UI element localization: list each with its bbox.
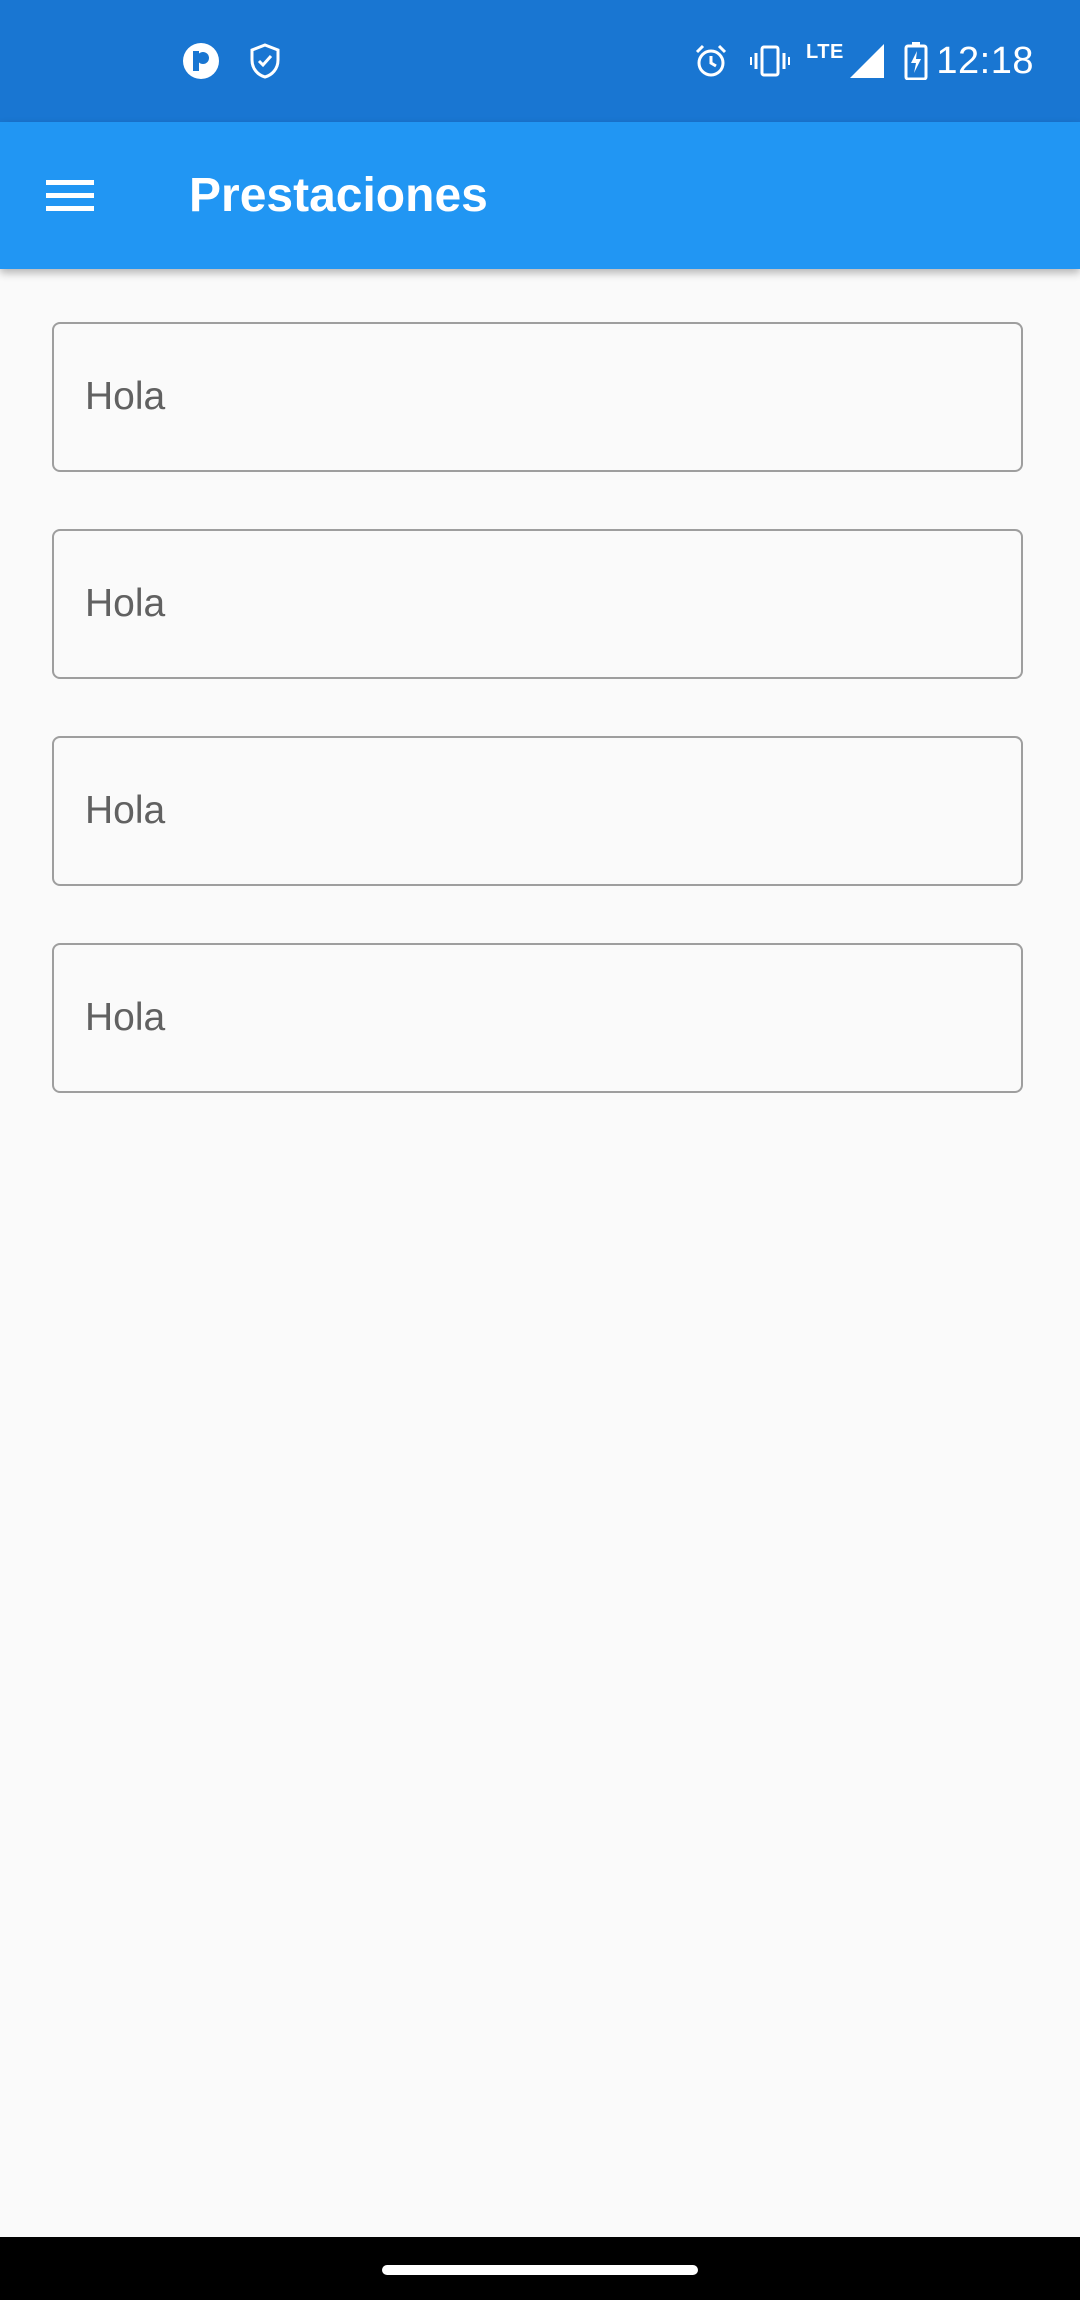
page-title: Prestaciones xyxy=(189,169,488,222)
text-field-1[interactable]: Hola xyxy=(52,322,1023,472)
home-gesture-handle[interactable] xyxy=(382,2265,698,2275)
text-field-value: Hola xyxy=(85,789,166,832)
shield-check-icon xyxy=(250,43,280,79)
app-bar: Prestaciones xyxy=(0,122,1080,269)
notification-app-icon xyxy=(183,43,219,79)
text-field-value: Hola xyxy=(85,375,166,418)
status-time: 12:18 xyxy=(936,40,1034,82)
signal-icon xyxy=(850,44,884,78)
network-type-label: LTE xyxy=(806,41,844,63)
text-field-4[interactable]: Hola xyxy=(52,943,1023,1093)
text-field-3[interactable]: Hola xyxy=(52,736,1023,886)
alarm-icon xyxy=(695,44,727,77)
vibrate-icon xyxy=(750,45,790,77)
text-field-value: Hola xyxy=(85,996,166,1039)
system-navigation-bar xyxy=(0,2237,1080,2300)
text-field-2[interactable]: Hola xyxy=(52,529,1023,679)
status-bar: LTE 12:18 xyxy=(0,0,1080,122)
menu-icon xyxy=(46,180,94,211)
battery-charging-icon xyxy=(904,42,928,80)
menu-button[interactable] xyxy=(28,154,112,238)
text-field-value: Hola xyxy=(85,582,166,625)
